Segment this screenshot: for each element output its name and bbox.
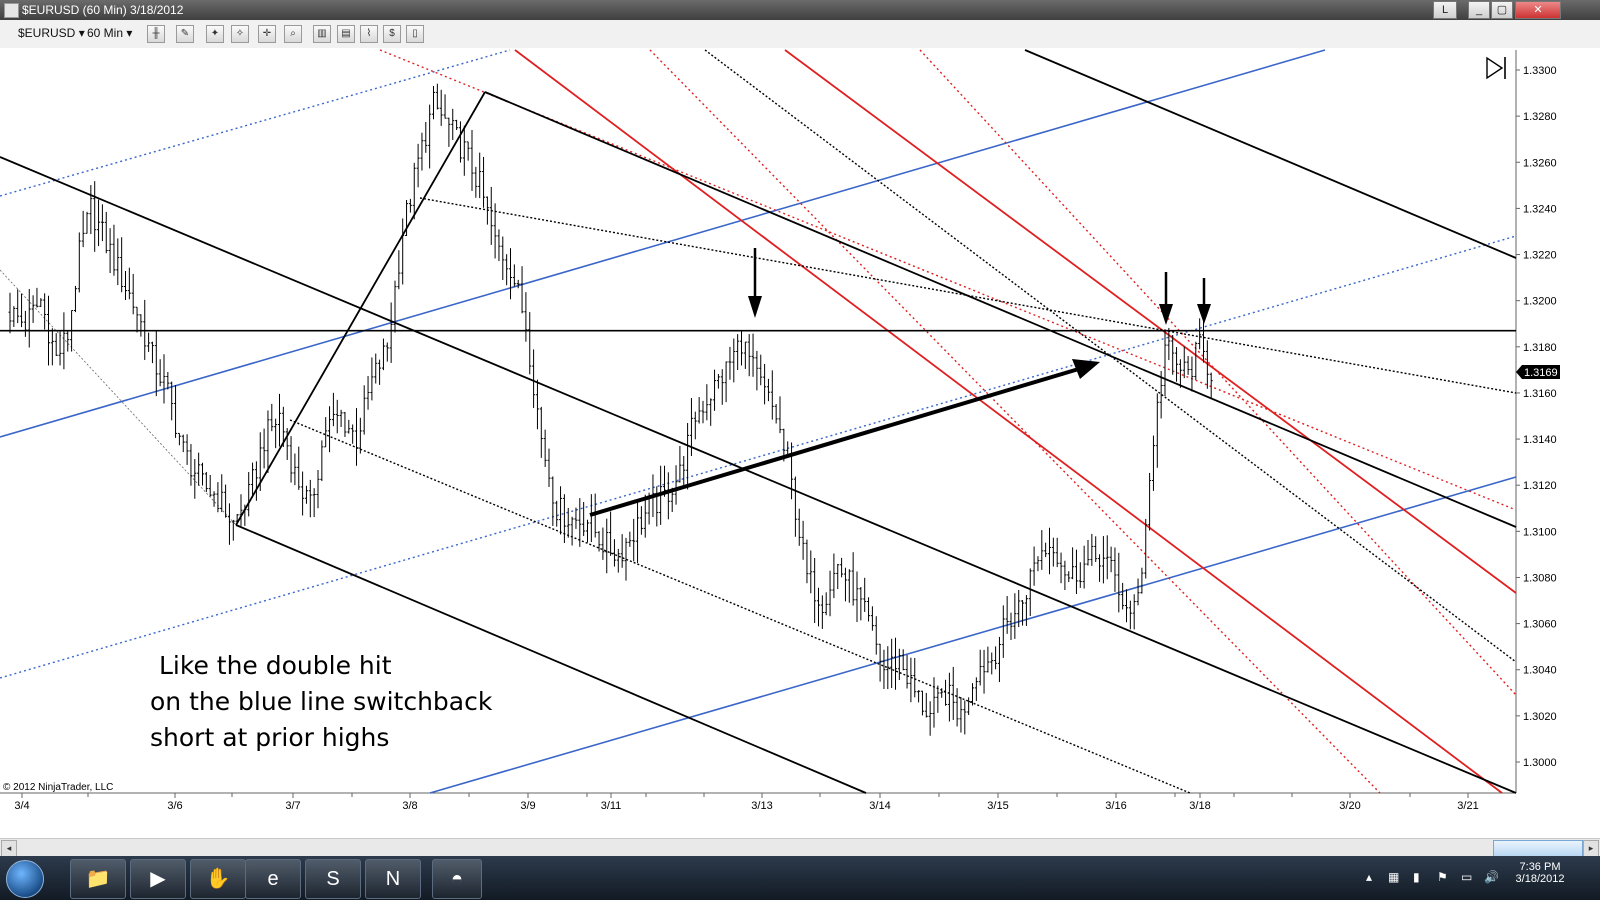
close-button[interactable]: ✕ [1515,1,1561,19]
x-tick-label: 3/8 [402,800,417,812]
explorer-taskbar-icon[interactable]: 📁 [70,859,126,899]
ninjatrader-taskbar-icon[interactable]: N [365,859,421,899]
action-center-flag-icon[interactable]: ⚑ [1437,870,1448,884]
properties-icon[interactable]: ▯ [406,25,424,43]
scroll-left-button[interactable]: ◂ [1,840,17,857]
minimize-button[interactable]: _ [1468,1,1490,19]
interval-label: 60 Min [87,26,124,40]
chevron-down-icon: ▾ [126,26,133,40]
pencil-icon[interactable]: ✎ [176,25,194,43]
pin-icon[interactable]: ✦ [206,25,224,43]
y-tick-label: 1.3220 [1523,250,1557,262]
y-tick-label: 1.3060 [1523,619,1557,631]
y-tick-label: 1.3260 [1523,157,1557,169]
windows-taskbar: 📁 ▶ ✋ e S N ◓ ▴ ▦ ▮ ⚑ ▭ 🔊 7:36 PM 3/18/2… [0,856,1600,900]
x-tick-label: 3/13 [751,800,772,812]
clock-time: 7:36 PM [1519,861,1561,873]
x-tick-label: 3/14 [869,800,890,812]
annotation-line-1: Like the double hit [159,651,392,680]
x-tick-label: 3/21 [1457,800,1478,812]
x-tick-label: 3/9 [520,800,535,812]
media-player-taskbar-icon[interactable]: ▶ [130,859,186,899]
x-tick-label: 3/16 [1105,800,1126,812]
chevron-down-icon: ▾ [78,26,85,40]
y-tick-label: 1.3120 [1523,480,1557,492]
clock-date: 3/18/2012 [1515,873,1565,885]
pin-off-icon[interactable]: ✧ [231,25,249,43]
y-tick-label: 1.3100 [1523,526,1557,538]
y-tick-label: 1.3180 [1523,342,1557,354]
volume-icon[interactable]: 🔊 [1484,870,1499,884]
start-button[interactable] [6,860,44,898]
app-icon [4,3,19,18]
x-tick-label: 3/11 [601,800,622,812]
zoom-icon[interactable]: ⌕ [284,25,302,43]
dollar-icon[interactable]: $ [383,25,401,43]
last-price-label: 1.3169 [1524,367,1558,379]
scroll-thumb[interactable] [1493,840,1583,857]
y-tick-label: 1.3020 [1523,711,1557,723]
y-tick-label: 1.3080 [1523,572,1557,584]
hand-taskbar-icon[interactable]: ✋ [190,859,246,899]
internet-explorer-taskbar-icon[interactable]: e [245,859,301,899]
maximize-button[interactable]: ▢ [1491,1,1513,19]
app-taskbar-icon[interactable]: ◓ [432,859,482,899]
y-tick-label: 1.3160 [1523,388,1557,400]
indicators-icon[interactable]: ⌇ [360,25,378,43]
bar-type-icon[interactable]: ╫ [147,25,165,43]
x-tick-label: 3/6 [167,800,182,812]
y-tick-label: 1.3000 [1523,757,1557,769]
y-tick-label: 1.3140 [1523,434,1557,446]
chart-canvas: 1.3300 1.3280 1.3260 1.3240 1.3220 1.3200 1.31… [0,48,1600,838]
network-icon[interactable]: ▭ [1461,870,1472,884]
strategy-icon[interactable]: ▤ [337,25,355,43]
horizontal-scrollbar[interactable]: ◂ ▸ [0,838,1600,857]
annotation-line-2: on the blue line switchback [150,687,493,716]
x-tick-label: 3/20 [1339,800,1360,812]
crosshair-icon[interactable]: ✛ [258,25,276,43]
price-chart[interactable]: 1.3300 1.3280 1.3260 1.3240 1.3220 1.3200 1.31… [0,48,1600,838]
x-tick-label: 3/15 [987,800,1008,812]
copyright-text: © 2012 NinjaTrader, LLC [3,782,113,793]
interval-selector[interactable]: 60 Min ▾ [87,26,132,40]
x-tick-label: 3/4 [14,800,29,812]
last-price-marker: 1.3169 [1516,365,1560,379]
x-tick-label: 3/7 [285,800,300,812]
chart-trader-icon[interactable]: ▥ [313,25,331,43]
window-title: $EURUSD (60 Min) 3/18/2012 [22,3,184,17]
x-tick-label: 3/18 [1189,800,1210,812]
chart-toolbar: $EURUSD ▾ 60 Min ▾ ╫ ✎ ✦ ✧ ✛ ⌕ ▥ ▤ ⌇ $ ▯ [0,20,1600,49]
scroll-right-button[interactable]: ▸ [1583,840,1599,857]
system-clock[interactable]: 7:36 PM 3/18/2012 [1510,861,1570,885]
signal-icon[interactable]: ▮ [1413,870,1420,884]
y-tick-label: 1.3280 [1523,111,1557,123]
instrument-selector[interactable]: $EURUSD ▾ [18,26,85,40]
window-titlebar: $EURUSD (60 Min) 3/18/2012 L _ ▢ ✕ [0,0,1600,20]
y-tick-label: 1.3040 [1523,665,1557,677]
instrument-label: $EURUSD [18,26,76,40]
link-button[interactable]: L [1433,1,1457,19]
y-tick-label: 1.3200 [1523,296,1557,308]
y-tick-label: 1.3240 [1523,203,1557,215]
y-tick-label: 1.3300 [1523,65,1557,77]
annotation-line-3: short at prior highs [150,723,389,752]
tray-app-icon[interactable]: ▦ [1388,870,1399,884]
skype-taskbar-icon[interactable]: S [305,859,361,899]
show-hidden-icons-icon[interactable]: ▴ [1366,870,1372,884]
